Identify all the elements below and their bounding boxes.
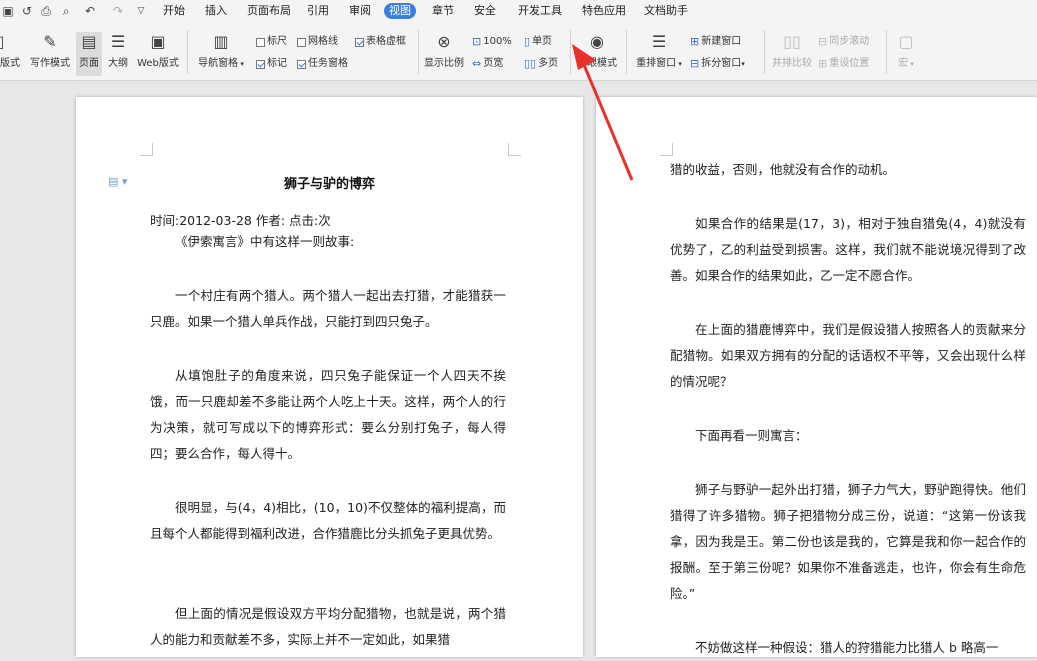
sync-scroll-icon: ⊟ — [818, 34, 827, 50]
zoom-icon: ⊗ — [424, 32, 464, 52]
multi-page-icon: ▯▯ — [524, 56, 536, 72]
eye-icon: ◉ — [574, 32, 620, 52]
reset-position-button[interactable]: ⊞重设位置 — [818, 56, 869, 72]
macro-button[interactable]: ▢ 宏 ▾ — [892, 32, 920, 76]
paragraph: 下面再看一则寓言： — [670, 423, 1026, 449]
ribbon-separator — [886, 30, 887, 74]
ribbon-separator — [418, 30, 419, 74]
print-preview-icon[interactable]: ⌕ — [58, 2, 74, 20]
web-icon: ▣ — [135, 32, 181, 52]
page-width-button[interactable]: ⇔页宽 — [472, 56, 503, 72]
tab-references[interactable]: 引用 — [307, 3, 329, 19]
single-page-button[interactable]: ▯单页 — [524, 34, 552, 50]
document-title: 狮子与驴的博弈 — [76, 173, 583, 192]
paragraph: 不妨做这样一种假设：猎人的狩猎能力比猎人 b 略高一 — [670, 635, 1026, 661]
paragraph: 狮子与野驴一起外出打猎，狮子力气大，野驴跑得快。他们猎得了许多猎物。狮子把猎物分… — [670, 477, 1026, 607]
new-window-icon: ⊞ — [690, 34, 699, 50]
paragraph: 猎的收益，否则，他就没有合作的动机。 — [670, 157, 1026, 183]
reset-position-icon: ⊞ — [818, 56, 827, 72]
redo-icon[interactable]: ↷ — [110, 2, 126, 20]
multi-page-button[interactable]: ▯▯多页 — [524, 56, 558, 72]
split-window-icon: ⊟ — [690, 56, 699, 72]
ribbon-separator — [187, 30, 188, 74]
ribbon-separator — [570, 30, 571, 74]
page-width-icon: ⇔ — [472, 56, 481, 72]
single-page-icon: ▯ — [524, 34, 530, 50]
tab-special-apps[interactable]: 特色应用 — [582, 3, 626, 19]
document-page-2[interactable]: 猎的收益，否则，他就没有合作的动机。 如果合作的结果是(17，3)，相对于独自猎… — [596, 97, 1037, 657]
side-by-side-icon: ▯▯ — [770, 32, 814, 52]
tab-chapter[interactable]: 章节 — [432, 3, 454, 19]
margin-mark — [508, 143, 521, 156]
paragraph: 从填饱肚子的角度来说，四只兔子能保证一个人四天不挨饿，而一只鹿却差不多能让两个人… — [150, 363, 506, 467]
write-mode-button[interactable]: ✎ 写作模式 — [28, 32, 72, 76]
tab-doc-assistant[interactable]: 文档助手 — [644, 3, 688, 19]
paragraph: 《伊索寓言》中有这样一则故事: — [150, 229, 506, 255]
nav-pane-button[interactable]: ▥ 导航窗格 ▾ — [195, 32, 247, 76]
web-view-button[interactable]: ▣ Web版式 — [135, 32, 181, 76]
zoom-100-icon: ⊡ — [472, 34, 481, 50]
save-icon[interactable]: ▣ — [0, 2, 16, 20]
task-pane-checkbox[interactable]: 任务窗格 — [297, 56, 348, 72]
margin-mark — [660, 143, 673, 156]
macro-icon: ▢ — [892, 32, 920, 52]
page-view-button[interactable]: ▤ 页面 — [76, 32, 102, 76]
print-icon[interactable]: ⎙ — [38, 2, 54, 20]
tab-start[interactable]: 开始 — [163, 3, 185, 19]
paragraph: 一个村庄有两个猎人。两个猎人一起出去打猎，才能猎获一只鹿。如果一个猎人单兵作战，… — [150, 283, 506, 335]
ruler-check-icon — [256, 38, 265, 47]
outline-view-button[interactable]: ☰ 大纲 — [105, 32, 131, 76]
sync-scroll-button[interactable]: ⊟同步滚动 — [818, 34, 869, 50]
paragraph: 很明显，与(4，4)相比，(10，10)不仅整体的福利提高，而且每个人都能得到福… — [150, 495, 506, 547]
eye-mode-button[interactable]: ◉ 护眼模式 — [574, 32, 620, 76]
ribbon-separator — [764, 30, 765, 74]
undo-icon[interactable]: ↶ — [82, 2, 98, 20]
paragraph: 但上面的情况是假设双方平均分配猎物，也就是说，两个猎人的能力和贡献差不多，实际上… — [150, 601, 506, 653]
ribbon-separator — [626, 30, 627, 74]
gridlines-checkbox[interactable]: 网格线 — [297, 34, 338, 50]
paragraph: 如果合作的结果是(17，3)，相对于独自猎兔(4，4)就没有优势了，乙的利益受到… — [670, 211, 1026, 289]
document-page-1[interactable]: ▤ ▾ 狮子与驴的博弈 时间:2012-03-28 作者: 点击:次 《伊索寓言… — [76, 97, 583, 657]
tab-review[interactable]: 审阅 — [349, 3, 371, 19]
tab-insert[interactable]: 插入 — [205, 3, 227, 19]
document-meta: 时间:2012-03-28 作者: 点击:次 — [150, 210, 331, 229]
table-gridlines-check-icon — [355, 38, 364, 47]
tab-developer[interactable]: 开发工具 — [518, 3, 562, 19]
gridlines-check-icon — [297, 38, 306, 47]
new-window-button[interactable]: ⊞新建窗口 — [690, 34, 741, 50]
nav-pane-icon: ▥ — [195, 32, 247, 52]
tab-page-layout[interactable]: 页面布局 — [247, 3, 291, 19]
paragraph: 在上面的猎鹿博弈中，我们是假设猎人按照各人的贡献来分配猎物。如果双方拥有的分配的… — [670, 317, 1026, 395]
zoom-100-button[interactable]: ⊡100% — [472, 34, 512, 50]
split-window-button[interactable]: ⊟拆分窗口 ▾ — [690, 56, 745, 72]
task-pane-check-icon — [297, 60, 306, 69]
undo-history-icon[interactable]: ↺ — [19, 2, 35, 20]
side-by-side-button[interactable]: ▯▯ 并排比较 — [770, 32, 814, 76]
tab-security[interactable]: 安全 — [474, 3, 496, 19]
customize-icon[interactable]: ▽ — [134, 2, 148, 20]
read-mode-button[interactable]: ▯ 阅读版式 — [0, 32, 22, 76]
menu-bar: ▣ ↺ ⎙ ⌕ ↶ ↷ ▽ 开始 插入 页面布局 引用 审阅 视图 章节 安全 … — [0, 0, 1037, 22]
margin-mark — [140, 143, 153, 156]
rearrange-icon: ☰ — [633, 32, 685, 52]
marks-check-icon — [256, 60, 265, 69]
pen-icon: ✎ — [28, 32, 72, 52]
marks-checkbox[interactable]: 标记 — [256, 56, 287, 72]
zoom-button[interactable]: ⊗ 显示比例 — [424, 32, 464, 76]
book-icon: ▯ — [0, 32, 22, 52]
table-gridlines-checkbox[interactable]: 表格虚框 — [355, 34, 406, 50]
rearrange-windows-button[interactable]: ☰ 重排窗口 ▾ — [633, 32, 685, 76]
page-icon: ▤ — [76, 32, 102, 52]
ruler-checkbox[interactable]: 标尺 — [256, 34, 287, 50]
tab-view[interactable]: 视图 — [384, 3, 416, 19]
outline-icon: ☰ — [105, 32, 131, 52]
ribbon: ▯ 阅读版式 ✎ 写作模式 ▤ 页面 ☰ 大纲 ▣ Web版式 ▥ 导航窗格 ▾… — [0, 22, 1037, 81]
